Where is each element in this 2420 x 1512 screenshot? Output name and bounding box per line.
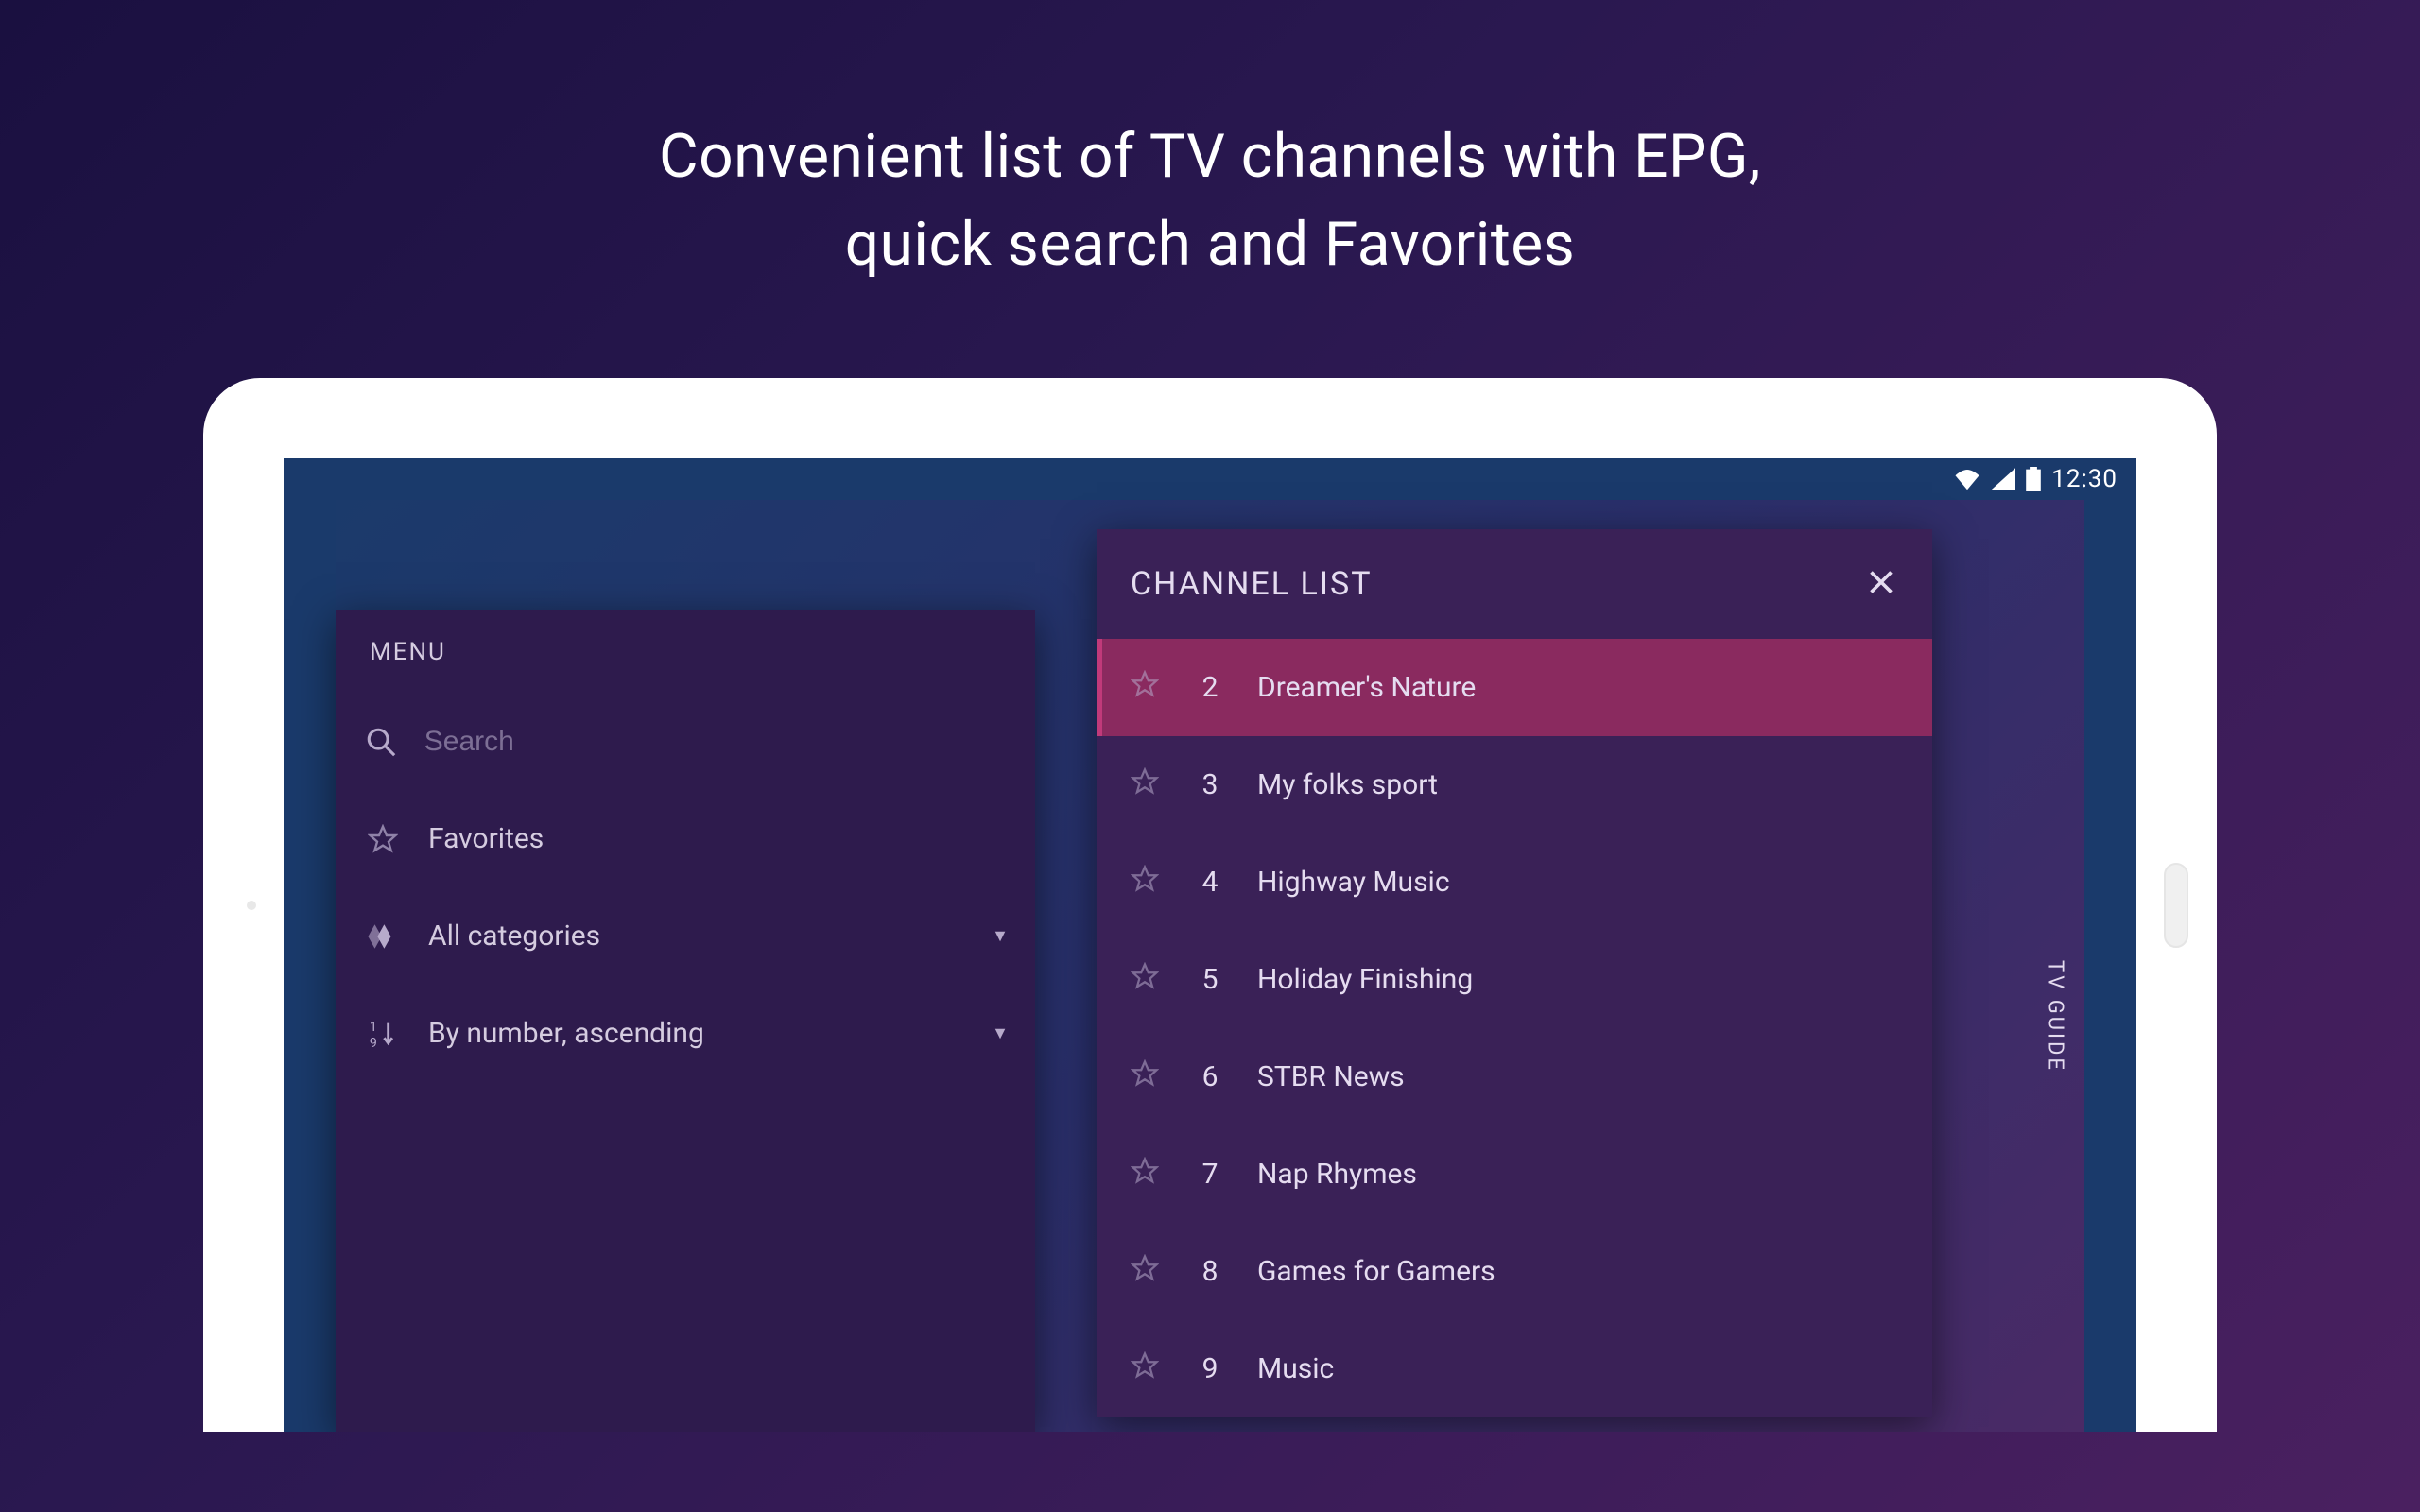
channel-row[interactable]: 3 My folks sport xyxy=(1097,736,1932,833)
categories-icon xyxy=(362,920,404,953)
channel-row[interactable]: 4 Highway Music xyxy=(1097,833,1932,931)
search-row[interactable] xyxy=(336,693,1035,790)
sort-label: By number, ascending xyxy=(428,1017,967,1050)
menu-panel: MENU Favorites A xyxy=(336,610,1035,1432)
channel-row[interactable]: 5 Holiday Finishing xyxy=(1097,931,1932,1028)
favorite-star-icon[interactable] xyxy=(1131,1351,1163,1387)
channel-name: Music xyxy=(1257,1352,1334,1385)
channel-row[interactable]: 8 Games for Gamers xyxy=(1097,1223,1932,1320)
categories-label: All categories xyxy=(428,919,967,953)
device-screen: 12:30 MENU Favorites xyxy=(284,458,2136,1432)
wifi-icon xyxy=(1953,468,1981,490)
channel-list-title: CHANNEL LIST xyxy=(1131,565,1372,603)
battery-icon xyxy=(2025,467,2042,491)
channel-row[interactable]: 9 Music xyxy=(1097,1320,1932,1418)
channel-number: 5 xyxy=(1191,963,1229,996)
menu-title: MENU xyxy=(336,610,1035,693)
tv-guide-label: TV GUIDE xyxy=(2044,960,2067,1073)
home-button[interactable] xyxy=(2164,863,2188,948)
status-time: 12:30 xyxy=(2051,465,2118,493)
channel-name: Games for Gamers xyxy=(1257,1255,1495,1288)
svg-text:1: 1 xyxy=(370,1020,377,1035)
channel-row[interactable]: 7 Nap Rhymes xyxy=(1097,1125,1932,1223)
channel-name: My folks sport xyxy=(1257,768,1438,801)
camera-dot xyxy=(247,901,256,910)
marketing-headline: Convenient list of TV channels with EPG,… xyxy=(0,113,2420,289)
favorite-star-icon[interactable] xyxy=(1131,1157,1163,1193)
svg-text:9: 9 xyxy=(370,1036,377,1050)
close-icon xyxy=(1864,565,1898,599)
favorites-row[interactable]: Favorites xyxy=(336,790,1035,887)
close-button[interactable] xyxy=(1864,565,1898,603)
channel-number: 2 xyxy=(1191,671,1229,704)
favorite-star-icon[interactable] xyxy=(1131,670,1163,706)
signal-icon xyxy=(1991,468,2015,490)
headline-line-2: quick search and Favorites xyxy=(845,209,1576,280)
channel-name: Nap Rhymes xyxy=(1257,1158,1417,1191)
favorite-star-icon[interactable] xyxy=(1131,1254,1163,1290)
search-input[interactable] xyxy=(424,726,1009,758)
categories-row[interactable]: All categories ▼ xyxy=(336,887,1035,985)
channel-number: 6 xyxy=(1191,1060,1229,1093)
sort-icon: 19 xyxy=(362,1018,404,1050)
favorites-label: Favorites xyxy=(428,822,1009,855)
favorite-star-icon[interactable] xyxy=(1131,962,1163,998)
channel-number: 7 xyxy=(1191,1158,1229,1191)
channel-row[interactable]: 6 STBR News xyxy=(1097,1028,1932,1125)
channel-name: Dreamer's Nature xyxy=(1257,671,1476,704)
sort-row[interactable]: 19 By number, ascending ▼ xyxy=(336,985,1035,1082)
tablet-frame: 12:30 MENU Favorites xyxy=(203,378,2217,1432)
favorite-star-icon[interactable] xyxy=(1131,865,1163,901)
channel-row[interactable]: 2 Dreamer's Nature xyxy=(1097,639,1932,736)
channel-list-header: CHANNEL LIST xyxy=(1097,529,1932,639)
channel-name: STBR News xyxy=(1257,1060,1405,1093)
channel-list-panel: CHANNEL LIST 2 Dreamer's Nature 3 My folks … xyxy=(1097,529,1932,1418)
headline-line-1: Convenient list of TV channels with EPG, xyxy=(659,121,1761,192)
channel-name: Highway Music xyxy=(1257,866,1450,899)
favorite-star-icon[interactable] xyxy=(1131,767,1163,803)
search-icon xyxy=(362,726,400,758)
star-icon xyxy=(362,824,404,854)
chevron-down-icon: ▼ xyxy=(992,926,1009,946)
favorite-star-icon[interactable] xyxy=(1131,1059,1163,1095)
channel-number: 3 xyxy=(1191,768,1229,801)
tv-guide-tab[interactable]: TV GUIDE xyxy=(2026,912,2084,1120)
channel-number: 8 xyxy=(1191,1255,1229,1288)
channel-number: 9 xyxy=(1191,1352,1229,1385)
channel-name: Holiday Finishing xyxy=(1257,963,1473,996)
channel-number: 4 xyxy=(1191,866,1229,899)
status-bar: 12:30 xyxy=(284,458,2136,500)
chevron-down-icon: ▼ xyxy=(992,1023,1009,1043)
